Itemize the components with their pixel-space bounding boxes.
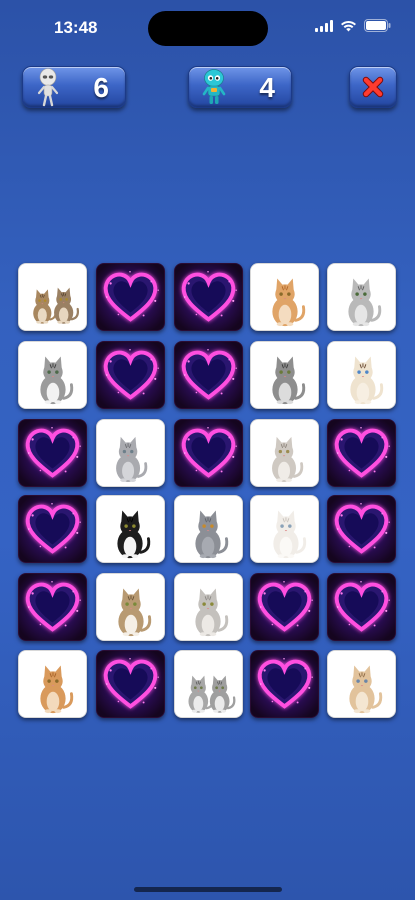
dynamic-island	[148, 11, 268, 46]
card-back-heart[interactable]	[18, 573, 87, 641]
card-face-tabby-white-kitten[interactable]	[96, 573, 165, 641]
card-back-heart[interactable]	[174, 419, 243, 487]
grey-alien-icon	[37, 68, 59, 107]
heart-icon	[251, 574, 318, 640]
status-icons	[315, 19, 391, 32]
orange-kitten-image	[19, 651, 86, 717]
close-game-button[interactable]	[349, 66, 397, 108]
card-face-grey-cat-sitting[interactable]	[96, 419, 165, 487]
card-back-heart[interactable]	[327, 495, 396, 563]
heart-icon	[19, 574, 86, 640]
wifi-icon	[340, 20, 357, 32]
card-back-heart[interactable]	[96, 650, 165, 718]
card-back-heart[interactable]	[18, 495, 87, 563]
card-back-heart[interactable]	[250, 650, 319, 718]
card-face-silver-longhair-cat[interactable]	[174, 573, 243, 641]
card-back-heart[interactable]	[18, 419, 87, 487]
player-2-score-panel: 4	[188, 66, 292, 108]
heart-icon	[175, 264, 242, 330]
tabby-kitten-image	[19, 342, 86, 408]
home-indicator[interactable]	[134, 887, 282, 892]
card-face-cream-cat[interactable]	[327, 650, 396, 718]
heart-icon	[97, 342, 164, 408]
two-kittens-image	[19, 264, 86, 330]
heart-icon	[175, 420, 242, 486]
teal-robot-icon	[202, 69, 226, 104]
red-x-icon	[362, 76, 384, 98]
memory-card-board	[18, 263, 398, 721]
card-face-orange-kitten[interactable]	[18, 650, 87, 718]
heart-icon	[97, 651, 164, 717]
card-back-heart[interactable]	[96, 341, 165, 409]
card-face-grey-kitten[interactable]	[250, 341, 319, 409]
card-face-white-cat[interactable]	[250, 495, 319, 563]
card-face-two-grey-kittens[interactable]	[174, 650, 243, 718]
white-grey-cat-image	[251, 420, 318, 486]
silver-longhair-cat-image	[175, 574, 242, 640]
player-1-score: 6	[93, 72, 109, 103]
card-face-white-grey-cat[interactable]	[250, 419, 319, 487]
grey-shorthair-cat-image	[175, 496, 242, 562]
heart-icon	[19, 496, 86, 562]
card-face-grey-tabby-cat[interactable]	[327, 263, 396, 331]
card-face-tabby-kitten[interactable]	[18, 341, 87, 409]
heart-icon	[328, 496, 395, 562]
siamese-cat-image	[328, 342, 395, 408]
status-time: 13:48	[54, 18, 98, 37]
card-back-heart[interactable]	[174, 341, 243, 409]
card-face-ginger-kitten[interactable]	[250, 263, 319, 331]
player-1-score-panel: 6	[22, 66, 126, 108]
tabby-white-kitten-image	[97, 574, 164, 640]
heart-icon	[328, 574, 395, 640]
heart-icon	[175, 342, 242, 408]
heart-icon	[19, 420, 86, 486]
player-2-score: 4	[259, 72, 275, 103]
heart-icon	[328, 420, 395, 486]
status-bar: 13:48	[0, 0, 415, 56]
grey-tabby-cat-image	[328, 264, 395, 330]
heart-icon	[251, 651, 318, 717]
cream-cat-image	[328, 651, 395, 717]
white-cat-image	[251, 496, 318, 562]
card-back-heart[interactable]	[96, 263, 165, 331]
signal-icon	[315, 19, 333, 32]
card-face-tuxedo-cat[interactable]	[96, 495, 165, 563]
card-back-heart[interactable]	[327, 573, 396, 641]
battery-icon	[364, 19, 391, 32]
card-back-heart[interactable]	[327, 419, 396, 487]
ginger-kitten-image	[251, 264, 318, 330]
card-face-siamese-cat[interactable]	[327, 341, 396, 409]
tuxedo-cat-image	[97, 496, 164, 562]
heart-icon	[97, 264, 164, 330]
card-back-heart[interactable]	[174, 263, 243, 331]
grey-cat-sitting-image	[97, 420, 164, 486]
card-face-grey-shorthair-cat[interactable]	[174, 495, 243, 563]
two-grey-kittens-image	[175, 651, 242, 717]
grey-kitten-image	[251, 342, 318, 408]
card-face-two-kittens[interactable]	[18, 263, 87, 331]
card-back-heart[interactable]	[250, 573, 319, 641]
